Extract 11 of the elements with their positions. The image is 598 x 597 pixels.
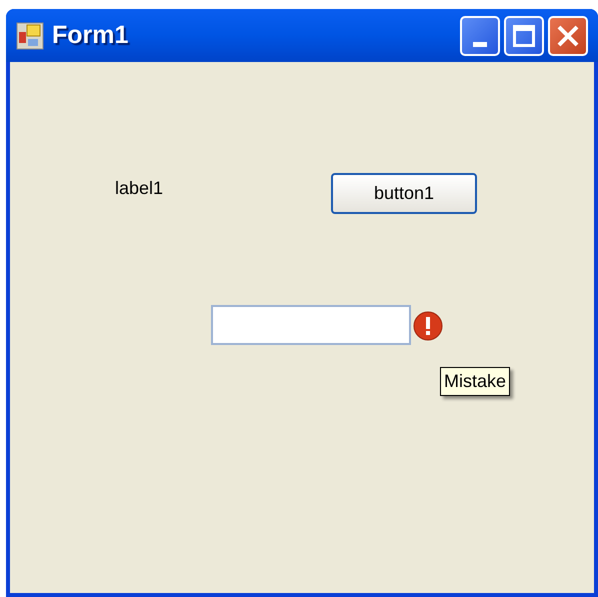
- label: label1: [115, 177, 164, 200]
- tooltip: Mistake: [440, 367, 510, 396]
- minimize-button[interactable]: [460, 16, 500, 56]
- button[interactable]: button1: [331, 173, 477, 214]
- close-icon: [556, 24, 580, 48]
- app-icon: [16, 22, 44, 50]
- error-icon: [413, 311, 443, 341]
- close-button[interactable]: [548, 16, 588, 56]
- window-title: Form1: [52, 20, 128, 51]
- maximize-button[interactable]: [504, 16, 544, 56]
- input-field[interactable]: [211, 305, 411, 345]
